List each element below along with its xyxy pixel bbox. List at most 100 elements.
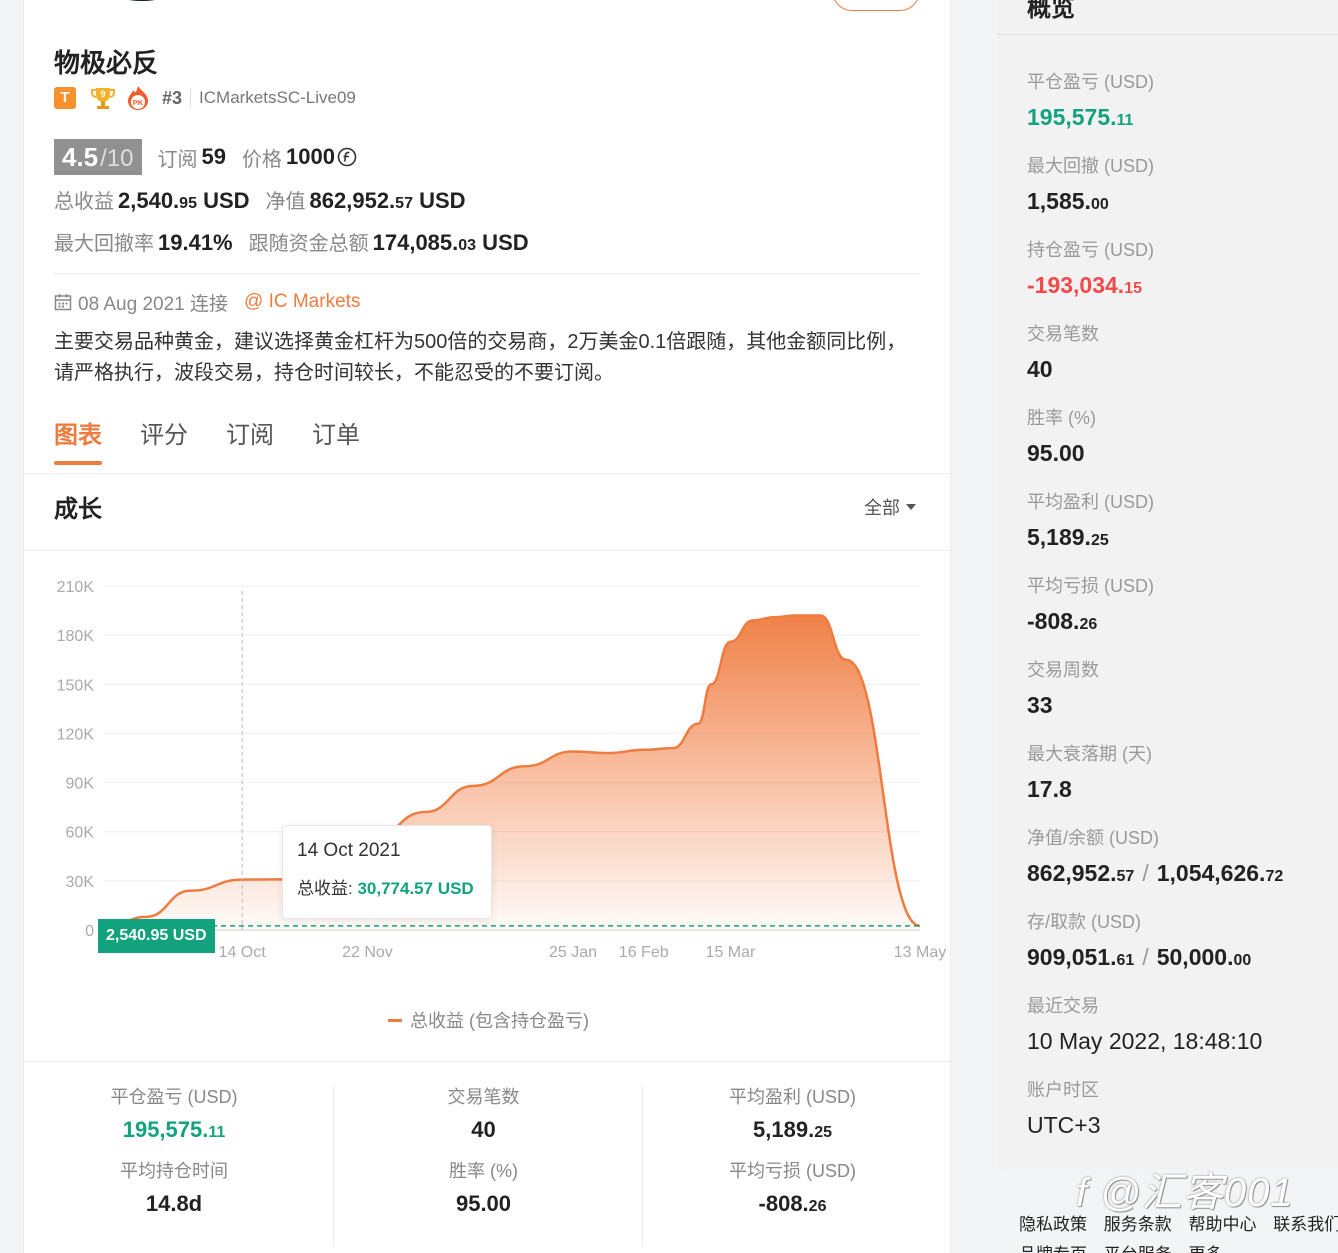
- overview-label: 存/取款 (USD): [1027, 912, 1141, 932]
- trophy-number: 9: [100, 89, 105, 99]
- calendar-icon: [54, 294, 72, 311]
- divider: [54, 273, 920, 274]
- equity-unit: USD: [412, 188, 466, 213]
- overview-item: 交易笔数 40: [1027, 322, 1338, 384]
- footer-link-brand[interactable]: 品牌专页: [1019, 1245, 1087, 1253]
- footer-link-help[interactable]: 帮助中心: [1188, 1215, 1256, 1234]
- connection-row: 08 Aug 2021 连接 @ IC Markets: [54, 289, 360, 315]
- overview-item: 存/取款 (USD) 909,051.61 / 50,000.00: [1027, 910, 1338, 972]
- stats-column: 交易笔数 40 胜率 (%) 95.00: [333, 1085, 633, 1245]
- avg-hold-value: 14.8d: [145, 1191, 203, 1216]
- avatar[interactable]: [87, 0, 197, 1]
- y-tick-label: 0: [85, 923, 94, 940]
- coin-icon: [337, 147, 357, 167]
- current-value-label: 2,540.95 USD: [98, 919, 215, 953]
- value-dec: 11: [1116, 112, 1134, 129]
- overview-value: 95.00: [1027, 440, 1085, 466]
- tab-chart[interactable]: 图表: [54, 415, 102, 475]
- overview-item: 胜率 (%) 95.00: [1027, 406, 1338, 468]
- avg-loss-dec: 26: [808, 1198, 827, 1215]
- avg-loss-int: -808.: [758, 1191, 809, 1216]
- overview-item: 最近交易 10 May 2022, 18:48:10: [1027, 994, 1338, 1056]
- x-tick-label: 16 Feb: [619, 944, 669, 961]
- footer-links: 隐私政策 服务条款 帮助中心 联系我们: [1019, 1210, 1338, 1235]
- strategy-description: 主要交易品种黄金，建议选择黄金杠杆为500倍的交易商，2万美金0.1倍跟随，其他…: [54, 331, 907, 384]
- value-int: 1,585.: [1027, 188, 1091, 214]
- footer-link-terms[interactable]: 服务条款: [1104, 1215, 1172, 1234]
- value-int: 50,000.: [1156, 944, 1234, 970]
- trader-profile-card: 物极必反 T 9 PK #3 ICMarketsSC-Live09 4.5 /1…: [23, 0, 952, 1253]
- legend-label: 总收益 (包含持仓盈亏): [410, 1011, 589, 1031]
- tab-subscribe[interactable]: 订阅: [226, 415, 274, 475]
- overview-title: 概览: [1027, 0, 1075, 22]
- footer-links-2: 品牌专页 平台服务 更多: [1019, 1240, 1234, 1253]
- overview-value: 195,575.11: [1027, 102, 1338, 132]
- tier-badge-icon: T: [54, 87, 76, 109]
- win-rate-value: 95.00: [455, 1191, 512, 1216]
- max-drawdown-label: 最大回撤率: [54, 233, 154, 255]
- y-tick-label: 120K: [57, 726, 95, 743]
- avg-hold-label: 平均持仓时间: [120, 1161, 228, 1181]
- y-tick-label: 60K: [66, 825, 95, 842]
- overview-label: 持仓盈亏 (USD): [1027, 240, 1154, 260]
- footer-link-more[interactable]: 更多: [1188, 1245, 1222, 1253]
- broker-link[interactable]: @ IC Markets: [244, 291, 360, 313]
- overview-item: 净值/余额 (USD) 862,952.57 / 1,054,626.72: [1027, 826, 1338, 888]
- tab-rating[interactable]: 评分: [140, 415, 188, 475]
- chart-legend[interactable]: 总收益 (包含持仓盈亏): [388, 1007, 589, 1033]
- footer-link-contact[interactable]: 联系我们: [1273, 1215, 1338, 1234]
- avg-profit-value: 5,189.25: [643, 1115, 942, 1145]
- overview-label: 账户时区: [1027, 1080, 1099, 1100]
- legend-swatch: [388, 1018, 402, 1022]
- tab-orders[interactable]: 订单: [312, 415, 360, 475]
- range-filter-dropdown[interactable]: 全部: [864, 494, 916, 520]
- overview-value: -193,034.15: [1027, 270, 1338, 300]
- overview-item: 最大回撤 (USD) 1,585.00: [1027, 154, 1338, 216]
- closed-pl-label: 平仓盈亏 (USD): [110, 1087, 238, 1107]
- total-profit-int: 2,540.: [118, 188, 180, 213]
- overview-item: 平仓盈亏 (USD) 195,575.11: [1027, 70, 1338, 132]
- closed-pl-int: 195,575.: [122, 1117, 209, 1142]
- tab-bar: 图表 评分 订阅 订单: [54, 415, 398, 475]
- y-tick-label: 90K: [66, 776, 95, 793]
- drawdown-follow-row: 最大回撤率 19.41% 跟随资金总额 174,085. 03 USD: [54, 227, 529, 257]
- subscribers-value: 59: [201, 144, 227, 169]
- server-name: ICMarketsSC-Live09: [199, 88, 356, 107]
- overview-item: 最大衰落期 (天) 17.8: [1027, 742, 1338, 804]
- avg-loss-label: 平均亏损 (USD): [729, 1161, 856, 1181]
- equity-dec: 57: [395, 195, 413, 212]
- y-tick-label: 180K: [57, 628, 95, 645]
- value-dec: 25: [1090, 532, 1109, 549]
- slash: /: [1142, 860, 1149, 886]
- overview-item: 交易周数 33: [1027, 658, 1338, 720]
- value-int: 909,051.: [1027, 944, 1117, 970]
- badge-row: T 9 PK #3 ICMarketsSC-Live09: [54, 85, 356, 111]
- overview-value: 17.8: [1027, 776, 1072, 802]
- follow-funds-dec: 03: [458, 237, 477, 254]
- trophy-icon: 9: [91, 88, 115, 109]
- closed-pl-dec: 11: [208, 1124, 226, 1141]
- subscribers-label: 订阅: [157, 148, 198, 171]
- overview-label: 平均盈利 (USD): [1027, 492, 1154, 512]
- follow-button[interactable]: [832, 0, 920, 11]
- win-rate-label: 胜率 (%): [449, 1161, 518, 1181]
- pk-label: PK: [133, 98, 144, 107]
- range-filter-value: 全部: [864, 498, 900, 518]
- tooltip-value: 30,774.57 USD: [357, 879, 474, 898]
- value-int: -193,034.: [1027, 272, 1125, 298]
- growth-title: 成长: [54, 496, 102, 523]
- growth-area: [104, 615, 920, 930]
- rank-label: #3: [162, 87, 183, 108]
- avg-profit-label: 平均盈利 (USD): [729, 1087, 856, 1107]
- value-int: -808.: [1027, 608, 1080, 634]
- x-tick-label: 25 Jan: [549, 944, 597, 961]
- total-profit-unit: USD: [196, 188, 250, 213]
- y-tick-label: 150K: [57, 677, 95, 694]
- overview-value: 33: [1027, 692, 1053, 718]
- overview-item: 平均盈利 (USD) 5,189.25: [1027, 490, 1338, 552]
- value-dec: 00: [1233, 952, 1252, 969]
- overview-value: 10 May 2022, 18:48:10: [1027, 1028, 1263, 1054]
- footer-link-services[interactable]: 平台服务: [1104, 1245, 1172, 1253]
- footer-link-privacy[interactable]: 隐私政策: [1019, 1215, 1087, 1234]
- value-dec: 26: [1079, 616, 1098, 633]
